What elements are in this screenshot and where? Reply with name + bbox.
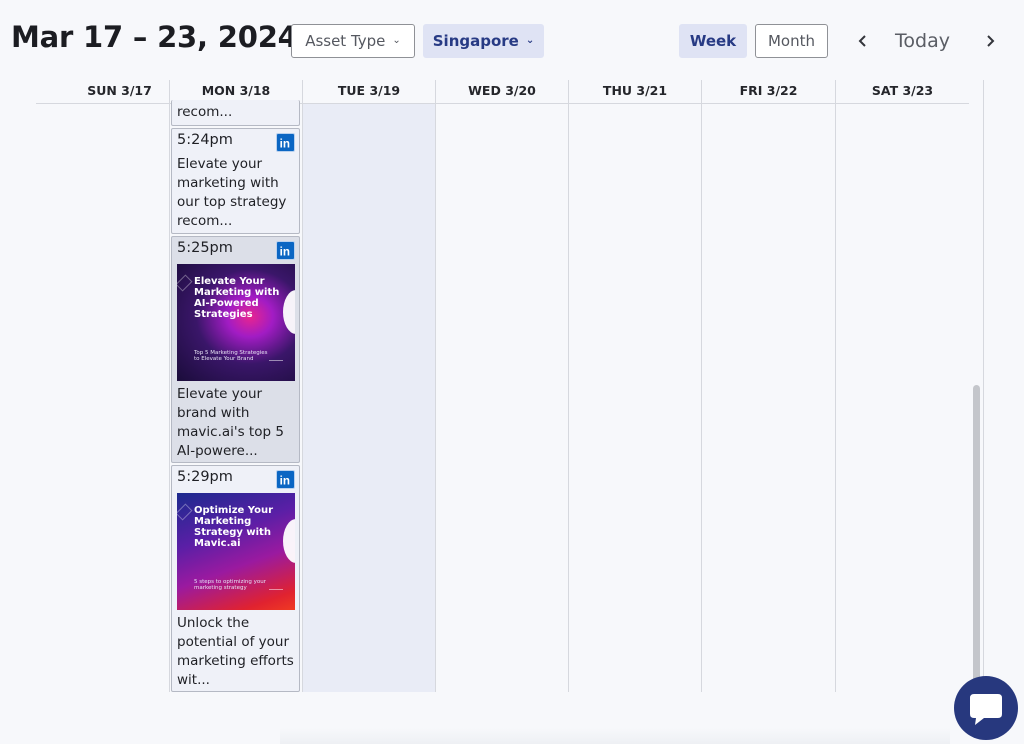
post-caption: Elevate your brand with mavic.ai's top 5… xyxy=(177,386,284,459)
post-image-title: Elevate Your Marketing with AI-Powered S… xyxy=(194,276,280,320)
day-header-wed: WED 3/20 xyxy=(435,80,568,104)
asset-type-filter[interactable]: Asset Type ⌄ xyxy=(291,24,415,58)
decorative-line xyxy=(269,360,283,361)
post-caption: Elevate your marketing with our top stra… xyxy=(177,156,287,229)
week-view-button[interactable]: Week xyxy=(679,24,747,58)
chevron-down-icon: ⌄ xyxy=(525,35,535,46)
post-caption: recom... xyxy=(177,104,233,120)
post-image: Elevate Your Marketing with AI-Powered S… xyxy=(177,264,295,381)
vertical-scrollbar[interactable] xyxy=(973,385,980,685)
date-range-title: Mar 17 – 23, 2024 xyxy=(11,20,298,54)
post-image-subtitle: 5 steps to optimizing your marketing str… xyxy=(194,579,266,591)
svg-text:in: in xyxy=(280,474,290,487)
content-calendar-page: Mar 17 – 23, 2024 Asset Type ⌄ Singapore… xyxy=(0,0,1024,744)
next-week-button[interactable] xyxy=(979,28,1001,54)
region-filter[interactable]: Singapore ⌄ xyxy=(423,24,544,58)
post-time: 5:24pm xyxy=(177,132,233,148)
chat-button[interactable] xyxy=(954,676,1018,740)
day-header-tue: TUE 3/19 xyxy=(302,80,435,104)
post-card[interactable]: 5:29pm in Optimize Your Marketing Strate… xyxy=(171,465,300,692)
brand-logo-icon xyxy=(177,503,193,521)
post-caption: Unlock the potential of your marketing e… xyxy=(177,615,294,688)
post-card[interactable]: 5:24pm in Elevate your marketing with ou… xyxy=(171,128,300,234)
day-header-thu: THU 3/21 xyxy=(568,80,701,104)
region-label: Singapore xyxy=(432,32,519,50)
today-button[interactable]: Today xyxy=(895,28,950,54)
day-column-tue[interactable] xyxy=(302,104,435,692)
chevron-right-icon xyxy=(987,35,995,47)
svg-text:in: in xyxy=(280,245,290,258)
post-time: 5:25pm xyxy=(177,240,233,256)
linkedin-icon: in xyxy=(276,133,295,152)
day-column-thu[interactable] xyxy=(568,104,701,692)
day-header-sun: SUN 3/17 xyxy=(87,83,152,98)
chevron-down-icon: ⌄ xyxy=(392,35,401,46)
day-header-fri: FRI 3/22 xyxy=(701,80,835,104)
post-card[interactable]: recom... xyxy=(171,100,300,126)
post-image-subtitle: Top 5 Marketing Strategies to Elevate Yo… xyxy=(194,350,268,362)
chat-icon xyxy=(970,694,1002,725)
bottom-fade xyxy=(280,728,950,744)
asset-type-label: Asset Type xyxy=(305,32,386,50)
day-column-fri[interactable] xyxy=(701,104,835,692)
linkedin-icon: in xyxy=(276,470,295,489)
day-column-sat[interactable] xyxy=(835,104,969,692)
svg-text:in: in xyxy=(280,137,290,150)
day-header-sat: SAT 3/23 xyxy=(835,80,969,104)
grid-right-border xyxy=(983,80,984,692)
day-column-wed[interactable] xyxy=(435,104,568,692)
day-column-sun[interactable] xyxy=(36,104,169,692)
linkedin-icon: in xyxy=(276,241,295,260)
decorative-line xyxy=(269,589,283,590)
previous-week-button[interactable] xyxy=(852,28,874,54)
month-view-button[interactable]: Month xyxy=(755,24,828,58)
post-card[interactable]: 5:25pm in Elevate Your Marketing with AI… xyxy=(171,236,300,463)
post-image: Optimize Your Marketing Strategy with Ma… xyxy=(177,493,295,610)
post-time: 5:29pm xyxy=(177,469,233,485)
post-image-title: Optimize Your Marketing Strategy with Ma… xyxy=(194,505,274,549)
brand-logo-icon xyxy=(177,274,193,292)
chevron-left-icon xyxy=(858,35,866,47)
